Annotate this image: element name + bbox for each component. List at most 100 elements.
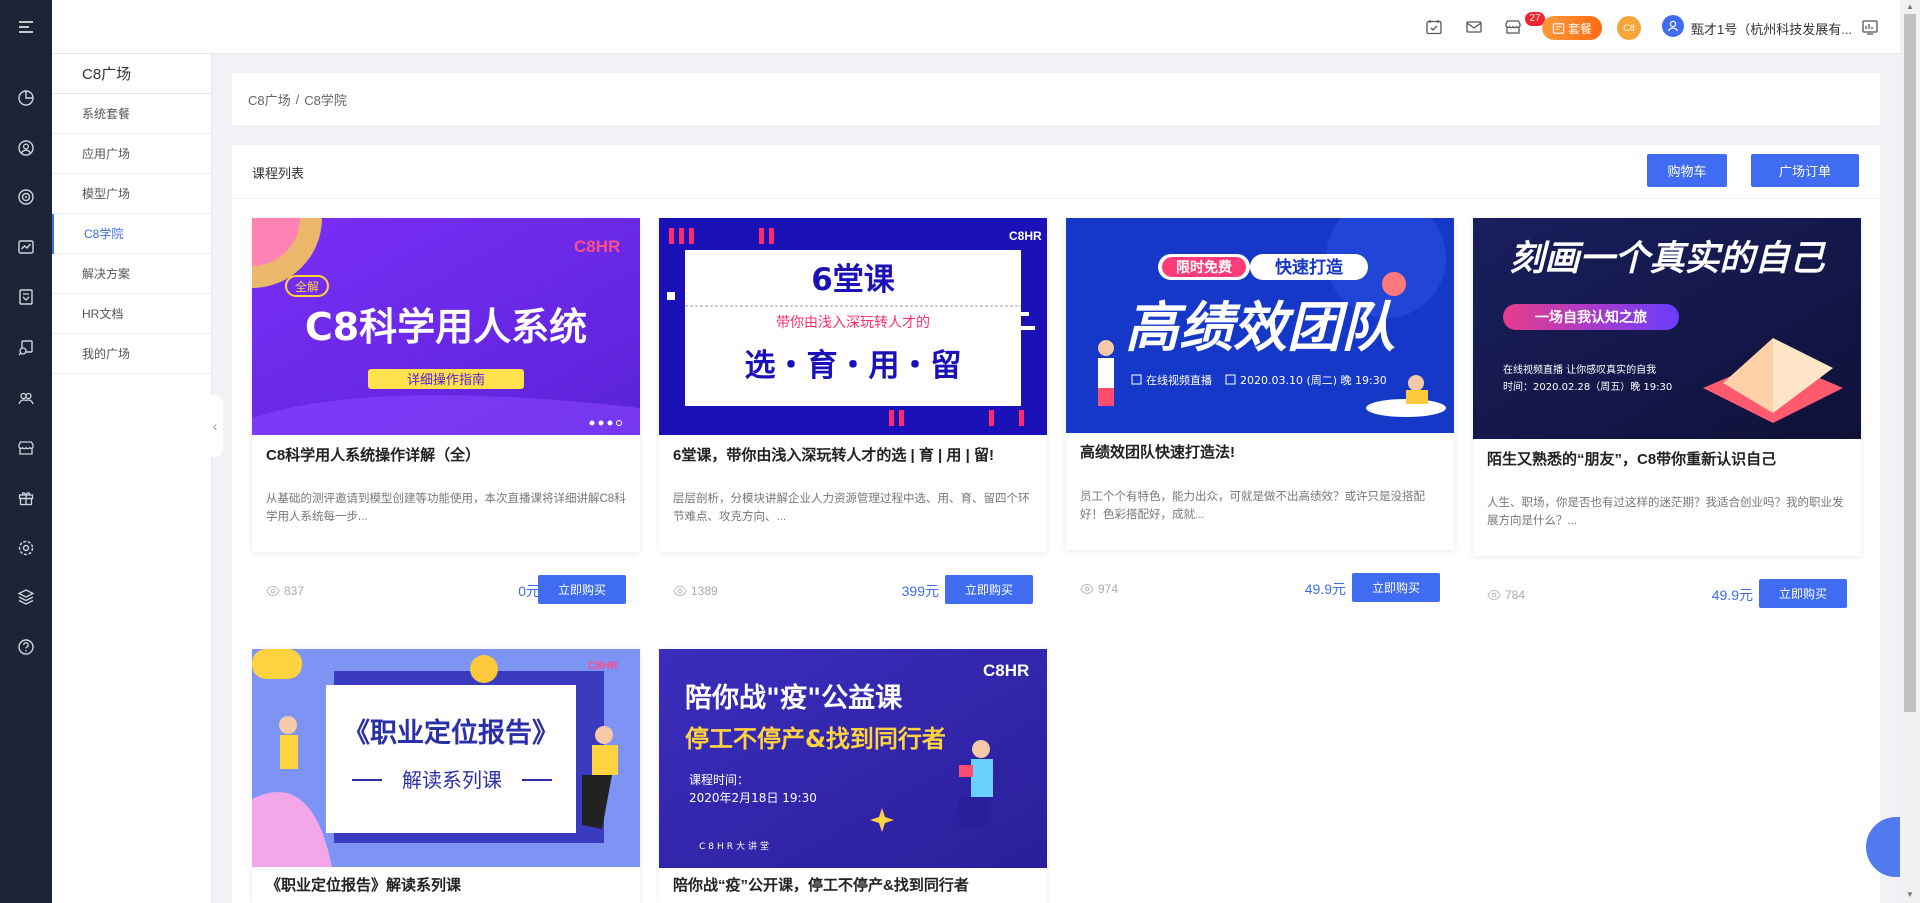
target-icon[interactable]: [0, 177, 52, 217]
cart-button[interactable]: 购物车: [1647, 154, 1727, 187]
sidebar-item-solutions[interactable]: 解决方案: [52, 254, 211, 294]
course-title[interactable]: 陪你战“疫”公开课，停工不停产&找到同行者: [673, 876, 1033, 896]
buy-now-button[interactable]: 立即购买: [945, 575, 1033, 604]
package-button[interactable]: 套餐: [1542, 16, 1602, 40]
course-title[interactable]: 陌生又熟悉的“朋友”，C8带你重新认识自己: [1487, 450, 1847, 470]
banner-pill-a: 限时免费: [1176, 259, 1232, 276]
top-header: 27 套餐 C8 甄才1号（杭州科技发展有...: [52, 0, 1900, 54]
banner-brand: C8HR: [1009, 229, 1042, 243]
banner-line2: 停工不停产&找到同行者: [685, 725, 946, 753]
course-card[interactable]: C8HR 陪你战"疫"公益课 停工不停产&找到同行者 课程时间： 2020年2月…: [659, 649, 1047, 903]
group-icon[interactable]: [0, 378, 52, 418]
banner-line1: 在线视频直播 让你感叹真实的自我: [1503, 363, 1656, 376]
banner-strip: 详细操作指南: [407, 372, 485, 388]
course-price: 0元: [518, 583, 540, 599]
person-search-icon[interactable]: [0, 328, 52, 368]
panel-title: 课程列表: [252, 166, 305, 181]
course-card[interactable]: C8HR 6堂课 带你由浅入深玩转人才的 选・育・用・留 6堂课，带你由浅入深玩…: [659, 218, 1047, 604]
course-price: 49.9元: [1304, 581, 1346, 597]
course-banner[interactable]: C8HR 陪你战"疫"公益课 停工不停产&找到同行者 课程时间： 2020年2月…: [659, 649, 1047, 868]
course-title[interactable]: 6堂课，带你由浅入深玩转人才的选 | 育 | 用 | 留!: [673, 446, 1033, 466]
sidebar-item-system-package[interactable]: 系统套餐: [52, 94, 211, 134]
banner-big: 选・育・用・留: [745, 348, 962, 384]
course-banner[interactable]: C8HR 全解 C8科学用人系统 详细操作指南: [252, 218, 640, 435]
eye-icon: [266, 585, 280, 597]
sidebar-title: C8广场: [52, 54, 211, 94]
pie-chart-icon[interactable]: [0, 78, 52, 118]
eye-icon: [1080, 583, 1094, 595]
shop-icon[interactable]: [1503, 17, 1523, 37]
orders-button[interactable]: 广场订单: [1751, 154, 1859, 187]
breadcrumb: C8广场 / C8学院: [232, 73, 1880, 125]
scroll-down-arrow[interactable]: ▼: [1904, 890, 1916, 900]
course-banner[interactable]: 刻画一个真实的自己 一场自我认知之旅 在线视频直播 让你感叹真实的自我 时间：2…: [1473, 218, 1861, 439]
course-card[interactable]: 刻画一个真实的自己 一场自我认知之旅 在线视频直播 让你感叹真实的自我 时间：2…: [1473, 218, 1861, 608]
gift-icon[interactable]: [0, 478, 52, 518]
calendar-check-icon[interactable]: [1424, 17, 1444, 37]
breadcrumb-separator: /: [295, 91, 300, 107]
secondary-sidebar: C8广场 系统套餐 应用广场 模型广场 C8学院 解决方案 HR文档 我的广场: [52, 54, 212, 903]
sidebar-item-hr-docs[interactable]: HR文档: [52, 294, 211, 334]
course-banner[interactable]: C8HR 《职业定位报告》 解读系列课: [252, 649, 640, 867]
view-count-value: 974: [1098, 582, 1119, 596]
banner-brand: C8HR: [588, 660, 618, 672]
course-title[interactable]: 《职业定位报告》解读系列课: [266, 876, 626, 896]
banner-tag: 全解: [295, 279, 319, 294]
banner-pill: 一场自我认知之旅: [1535, 309, 1647, 326]
user-avatar[interactable]: [1662, 15, 1684, 37]
store-icon[interactable]: [0, 428, 52, 468]
banner-line1: 陪你战"疫"公益课: [685, 682, 903, 714]
view-count-value: 837: [284, 584, 305, 598]
sidebar-item-my-plaza[interactable]: 我的广场: [52, 334, 211, 374]
course-desc: 人生、职场，你是否也有过这样的迷茫期？我适合创业吗？我的职业发展方向是什么？..…: [1487, 497, 1844, 527]
course-title[interactable]: 高绩效团队快速打造法!: [1080, 443, 1440, 463]
course-card[interactable]: C8HR 全解 C8科学用人系统 详细操作指南 C8科学用人系统操作详解（全） …: [252, 218, 640, 604]
layers-icon[interactable]: [0, 577, 52, 617]
banner-sub: 带你由浅入深玩转人才的: [776, 315, 930, 331]
banner-footer: C8HR大讲堂: [699, 840, 772, 852]
view-count: 784: [1487, 588, 1525, 602]
breadcrumb-current: C8学院: [304, 92, 347, 108]
eye-icon: [1487, 589, 1501, 601]
help-icon[interactable]: [0, 627, 52, 667]
mail-icon[interactable]: [1464, 17, 1484, 37]
banner-time-label: 课程时间：: [689, 772, 749, 787]
course-title[interactable]: C8科学用人系统操作详解（全）: [266, 446, 626, 466]
sidebar-collapse-button[interactable]: ‹: [207, 395, 223, 457]
view-count-value: 1389: [691, 584, 718, 598]
course-desc: 层层剖析，分模块讲解企业人力资源管理过程中选、用、育、留四个环节难点、攻克方向、…: [673, 493, 1030, 523]
banner-headline: C8科学用人系统: [305, 305, 587, 349]
course-banner[interactable]: C8HR 6堂课 带你由浅入深玩转人才的 选・育・用・留: [659, 218, 1047, 435]
sidebar-item-c8-academy[interactable]: C8学院: [52, 214, 211, 254]
course-list-panel: 课程列表 购物车 广场订单 C8HR 全解 C8科学用人系统 详细操作指南 C8…: [232, 145, 1880, 903]
course-card[interactable]: 限时免费 快速打造 高绩效团队 在线视频直播 2020.03.10 (周二) 晚…: [1066, 218, 1454, 602]
team-flag-icon[interactable]: [0, 277, 52, 317]
breadcrumb-root[interactable]: C8广场: [248, 90, 291, 109]
banner-time: 2020年2月18日 19:30: [689, 791, 817, 805]
course-banner[interactable]: 限时免费 快速打造 高绩效团队 在线视频直播 2020.03.10 (周二) 晚…: [1066, 218, 1454, 433]
sidebar-item-model-plaza[interactable]: 模型广场: [52, 174, 211, 214]
menu-icon[interactable]: [0, 7, 52, 47]
scrollbar-thumb[interactable]: [1904, 14, 1916, 712]
sidebar-item-app-plaza[interactable]: 应用广场: [52, 134, 211, 174]
scroll-up-arrow[interactable]: ▲: [1904, 2, 1916, 12]
c8-avatar[interactable]: C8: [1617, 16, 1641, 40]
user-name[interactable]: 甄才1号（杭州科技发展有...: [1691, 19, 1852, 38]
course-card[interactable]: C8HR 《职业定位报告》 解读系列课 《职业定位报告》解读系列课: [252, 649, 640, 903]
buy-now-button[interactable]: 立即购买: [1352, 573, 1440, 602]
buy-now-button[interactable]: 立即购买: [538, 575, 626, 604]
view-count-value: 784: [1505, 588, 1526, 602]
banner-pill-b: 快速打造: [1275, 257, 1344, 278]
user-icon: [1667, 20, 1679, 32]
dashboard-icon[interactable]: [1860, 17, 1880, 37]
course-price: 399元: [901, 583, 939, 599]
banner-headline: 高绩效团队: [1125, 296, 1395, 359]
user-circle-icon[interactable]: [0, 128, 52, 168]
panel-header: 课程列表 购物车 广场订单: [232, 145, 1880, 199]
settings-icon[interactable]: [0, 528, 52, 568]
buy-now-button[interactable]: 立即购买: [1759, 579, 1847, 608]
banner-time: 2020.03.10 (周二) 晚 19:30: [1240, 374, 1387, 387]
banner-live: 在线视频直播: [1146, 373, 1212, 387]
trend-chart-icon[interactable]: [0, 227, 52, 267]
package-icon: [1552, 22, 1565, 34]
